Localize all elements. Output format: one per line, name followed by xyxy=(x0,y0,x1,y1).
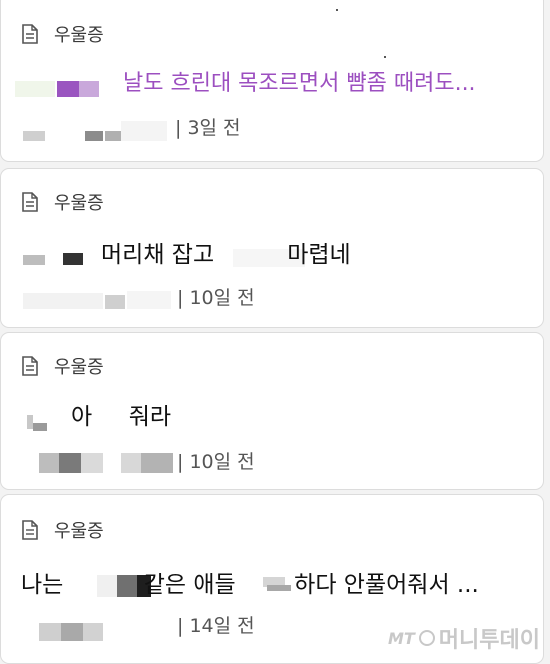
category-row: 우울증 xyxy=(21,353,104,379)
category-label: 우울증 xyxy=(54,25,104,46)
post-card[interactable]: 우울증 날도 흐린대 목조르면서 뺨좀 때려도... | 3일 전 xyxy=(0,0,544,162)
post-title[interactable]: 날도 흐린대 목조르면서 뺨좀 때려도... xyxy=(123,65,476,97)
document-icon xyxy=(22,520,38,540)
document-icon xyxy=(22,24,38,44)
category-label: 우울증 xyxy=(54,193,104,214)
category-row: 우울증 xyxy=(21,189,104,215)
watermark-text: 머니투데이 xyxy=(438,628,540,653)
watermark-circle-icon xyxy=(418,630,435,646)
speck xyxy=(336,9,338,11)
post-meta: | 10일 전 xyxy=(177,451,255,473)
watermark-logo: MT 머니투데이 xyxy=(388,622,540,654)
category-label: 우울증 xyxy=(54,521,104,542)
post-title[interactable]: 머리채 잡고 마렵네 xyxy=(101,235,351,269)
category-row: 우울증 xyxy=(21,21,104,47)
post-card[interactable]: 우울증 머리채 잡고 마렵네 | 10일 전 xyxy=(0,168,544,328)
post-meta: | 10일 전 xyxy=(177,287,255,309)
post-title[interactable]: 나는 같은 애들 하다 안풀어줘서 ... xyxy=(21,565,479,599)
category-row: 우울증 xyxy=(21,517,104,543)
speck xyxy=(384,56,386,58)
document-icon xyxy=(22,192,38,212)
document-icon xyxy=(22,356,38,376)
post-meta: | 14일 전 xyxy=(177,615,255,637)
post-card[interactable]: 우울증 아 줘라 | 10일 전 xyxy=(0,332,544,490)
watermark-mt: MT xyxy=(387,628,415,648)
post-title[interactable]: 아 줘라 xyxy=(71,397,171,431)
category-label: 우울증 xyxy=(54,357,104,378)
post-meta: | 3일 전 xyxy=(175,117,241,139)
